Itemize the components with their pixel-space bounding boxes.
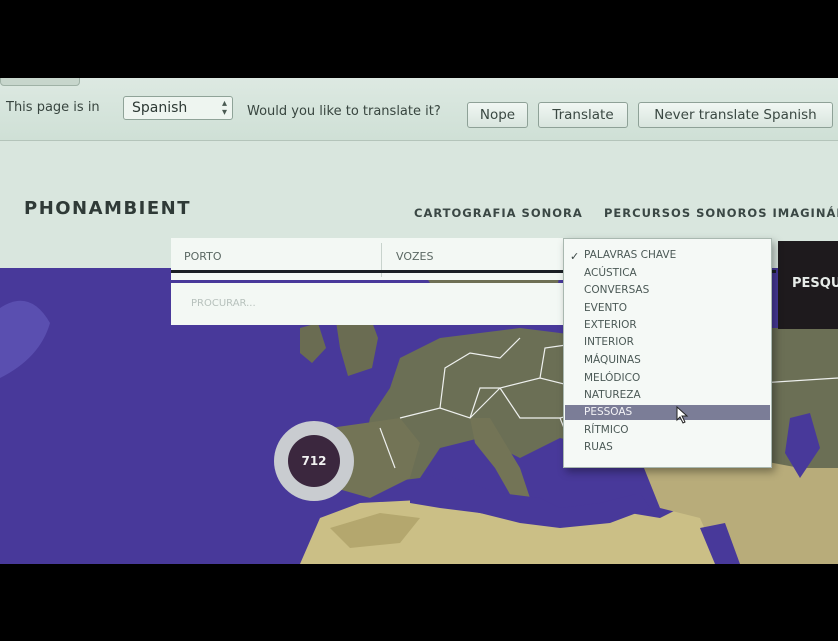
- dropdown-option[interactable]: INTERIOR: [584, 336, 634, 348]
- category-filter[interactable]: VOZES: [396, 250, 433, 263]
- language-select[interactable]: Spanish ▴ ▾: [123, 96, 233, 120]
- dropdown-option[interactable]: MELÓDICO: [584, 372, 640, 384]
- dropdown-option[interactable]: EVENTO: [584, 302, 627, 314]
- nav-percursos-sonoros[interactable]: PERCURSOS SONOROS IMAGINÁR: [604, 206, 838, 220]
- browser-tab[interactable]: [0, 78, 80, 86]
- site-logo[interactable]: PHONAMBIENT: [24, 198, 191, 219]
- language-select-value: Spanish: [132, 100, 188, 116]
- dropdown-option[interactable]: ACÚSTICA: [584, 267, 637, 279]
- never-translate-button[interactable]: Never translate Spanish: [638, 102, 833, 128]
- dropdown-option[interactable]: EXTERIOR: [584, 319, 637, 331]
- dropdown-option[interactable]: NATUREZA: [584, 389, 641, 401]
- dropdown-option-highlighted[interactable]: PESSOAS: [584, 406, 632, 418]
- city-filter[interactable]: PORTO: [184, 250, 222, 263]
- dropdown-option[interactable]: PALAVRAS CHAVE: [584, 249, 676, 261]
- mouse-cursor-icon: [676, 406, 689, 424]
- filter-bar: [171, 238, 576, 280]
- nope-button[interactable]: Nope: [467, 102, 528, 128]
- select-stepper-icon: ▴ ▾: [221, 98, 227, 118]
- keywords-dropdown[interactable]: ✓ PALAVRAS CHAVE ACÚSTICA CONVERSAS EVEN…: [563, 238, 772, 468]
- browser-screen: This page is in Spanish ▴ ▾ Would you lik…: [0, 78, 838, 564]
- dropdown-option[interactable]: RÍTMICO: [584, 424, 629, 436]
- translate-button[interactable]: Translate: [538, 102, 628, 128]
- translate-question: Would you like to translate it?: [247, 104, 441, 119]
- search-input[interactable]: PROCURAR...: [171, 283, 576, 325]
- dropdown-option[interactable]: CONVERSAS: [584, 284, 649, 296]
- translate-infobar: This page is in Spanish ▴ ▾ Would you lik…: [0, 78, 838, 141]
- cluster-count: 712: [288, 435, 340, 487]
- nav-cartografia-sonora[interactable]: CARTOGRAFIA SONORA: [414, 206, 583, 220]
- checkmark-icon: ✓: [570, 250, 580, 263]
- search-placeholder: PROCURAR...: [191, 298, 256, 309]
- dropdown-option[interactable]: RUAS: [584, 441, 613, 453]
- dropdown-option[interactable]: MÁQUINAS: [584, 354, 641, 366]
- map-cluster-marker[interactable]: 712: [274, 421, 354, 501]
- search-button[interactable]: PESQU: [778, 241, 838, 329]
- page-language-label: This page is in: [6, 100, 100, 115]
